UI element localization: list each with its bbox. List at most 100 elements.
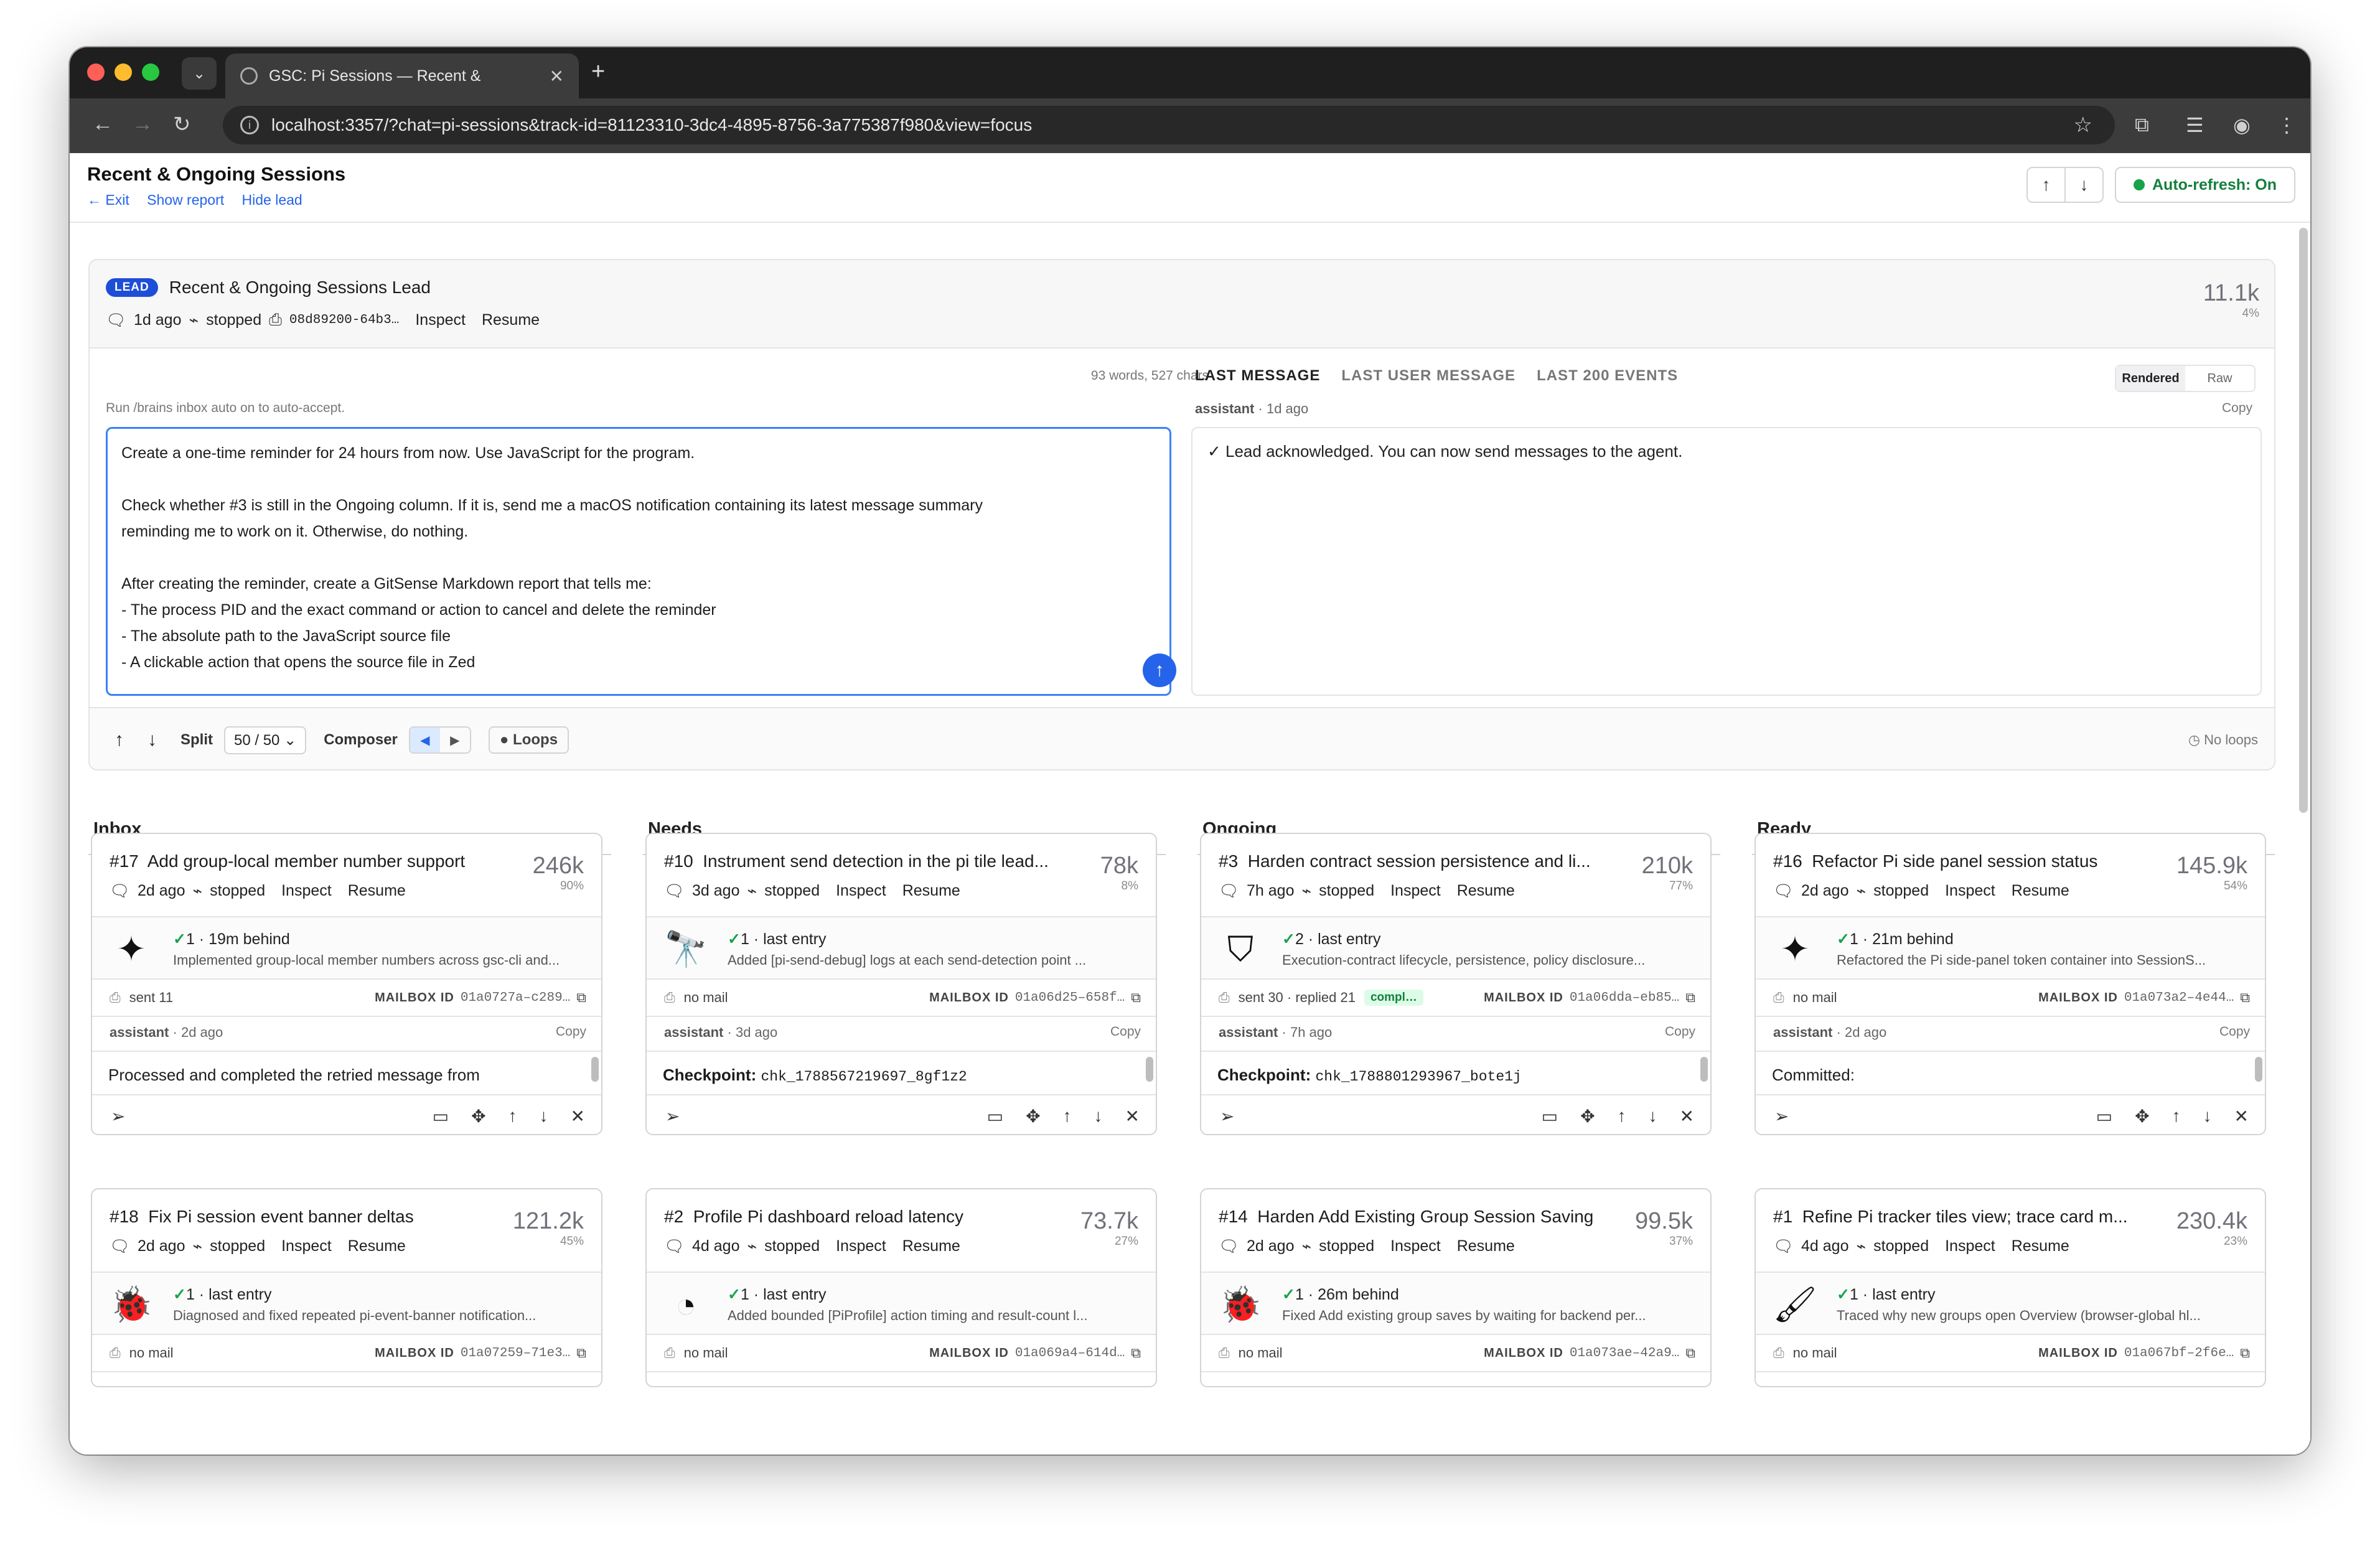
extensions-icon[interactable]: ⧉	[2135, 113, 2149, 137]
card-summary[interactable]: 🐞 ✓1 · last entry Diagnosed and fixed repe…	[92, 1272, 601, 1335]
card-title[interactable]: #17 Add group-local member number suppor…	[110, 851, 508, 871]
arrow-up-icon[interactable]: ↑	[1063, 1106, 1072, 1127]
session-card[interactable]: #3 Harden contract session persistence a…	[1200, 833, 1712, 1135]
copy-button[interactable]: Copy	[2219, 1024, 2250, 1039]
card-summary[interactable]: ✦ ✓1 · 19m behind Implemented group-local …	[92, 916, 601, 980]
session-card[interactable]: #17 Add group-local member number suppor…	[91, 833, 602, 1135]
panel-icon[interactable]: ▭	[1542, 1106, 1558, 1127]
inspect-button[interactable]: Inspect	[281, 882, 332, 900]
card-summary[interactable]: 🐞 ✓1 · 26m behind Fixed Add existing group…	[1201, 1272, 1710, 1335]
close-icon[interactable]: ✕	[1680, 1106, 1694, 1127]
composer-right-icon[interactable]: ▶	[440, 728, 470, 752]
split-select[interactable]: 50 / 50 ⌄	[224, 726, 307, 754]
lead-resume-button[interactable]: Resume	[482, 311, 540, 329]
copy-icon[interactable]: ⧉	[1131, 990, 1141, 1006]
arrow-up-icon[interactable]: ↑	[1618, 1106, 1626, 1127]
tab-last-200-events[interactable]: LAST 200 EVENTS	[1537, 367, 1678, 385]
send-button[interactable]: ↑	[1143, 654, 1176, 687]
card-summary[interactable]: 🖌 ✓1 · last entry Traced why new groups op…	[1756, 1272, 2265, 1335]
copy-button[interactable]: Copy	[2222, 401, 2252, 416]
card-summary[interactable]: ◔ ✓1 · last entry Added bounded [PiProfile…	[647, 1272, 1156, 1335]
resume-button[interactable]: Resume	[902, 882, 960, 900]
session-card[interactable]: #2 Profile Pi dashboard reload latency 🗨 4…	[645, 1188, 1157, 1387]
copy-button[interactable]: Copy	[1665, 1024, 1695, 1039]
session-card[interactable]: #10 Instrument send detection in the pi …	[645, 833, 1157, 1135]
inspect-button[interactable]: Inspect	[1945, 1237, 1995, 1255]
card-summary[interactable]: 🔭 ✓1 · last entry Added [pi-send-debug] lo…	[647, 916, 1156, 980]
copy-button[interactable]: Copy	[1110, 1024, 1141, 1039]
resume-button[interactable]: Resume	[2012, 1237, 2069, 1255]
session-card[interactable]: #18 Fix Pi session event banner deltas 🗨 2…	[91, 1188, 602, 1387]
arrow-down-icon[interactable]: ↓	[1649, 1106, 1657, 1127]
inspect-button[interactable]: Inspect	[1390, 882, 1441, 900]
minimize-window-button[interactable]	[115, 63, 132, 81]
preview-scrollbar[interactable]	[2255, 1057, 2262, 1082]
menu-icon[interactable]: ⋮	[2277, 113, 2297, 137]
preview-scrollbar[interactable]	[1146, 1057, 1153, 1082]
page-scrollbar[interactable]	[2299, 228, 2308, 813]
resume-button[interactable]: Resume	[902, 1237, 960, 1255]
raw-button[interactable]: Raw	[2185, 366, 2254, 391]
arrow-up-icon[interactable]: ↑	[508, 1106, 517, 1127]
copy-button[interactable]: Copy	[556, 1024, 586, 1039]
media-icon[interactable]: ☰	[2186, 113, 2204, 137]
resume-button[interactable]: Resume	[1457, 882, 1515, 900]
address-bar[interactable]: i localhost:3357/?chat=pi-sessions&track…	[223, 106, 2115, 144]
preview-scrollbar[interactable]	[591, 1057, 599, 1082]
resume-button[interactable]: Resume	[348, 1237, 406, 1255]
inspect-button[interactable]: Inspect	[836, 1237, 886, 1255]
session-card[interactable]: #16 Refactor Pi side panel session statu…	[1755, 833, 2266, 1135]
send-icon[interactable]: ➢	[665, 1106, 680, 1127]
arrow-up-icon[interactable]: ↑	[2172, 1106, 2181, 1127]
arrow-down-icon[interactable]: ↓	[148, 729, 157, 751]
send-icon[interactable]: ➢	[1774, 1106, 1789, 1127]
arrow-down-icon[interactable]: ↓	[2203, 1106, 2212, 1127]
reload-icon[interactable]: ↻	[173, 112, 191, 137]
lead-hash[interactable]: 08d89200-64b3…	[289, 313, 399, 327]
close-icon[interactable]: ✕	[571, 1106, 585, 1127]
loops-button[interactable]: ● Loops	[488, 726, 569, 754]
zoom-window-button[interactable]	[142, 63, 159, 81]
card-title[interactable]: #10 Instrument send detection in the pi …	[664, 851, 1062, 871]
rendered-button[interactable]: Rendered	[2116, 366, 2185, 391]
hide-lead-link[interactable]: Hide lead	[242, 192, 302, 208]
resume-button[interactable]: Resume	[348, 882, 406, 900]
card-title[interactable]: #2 Profile Pi dashboard reload latency	[664, 1207, 1062, 1227]
arrow-down-icon[interactable]: ↓	[540, 1106, 548, 1127]
arrow-up-icon[interactable]: ↑	[115, 729, 124, 751]
exit-link[interactable]: ← Exit	[87, 192, 129, 208]
panel-icon[interactable]: ▭	[433, 1106, 449, 1127]
card-summary[interactable]: ✦ ✓1 · 21m behind Refactored the Pi side-p…	[1756, 916, 2265, 980]
copy-icon[interactable]: ⧉	[1685, 990, 1695, 1006]
card-title[interactable]: #14 Harden Add Existing Group Session Sa…	[1219, 1207, 1617, 1227]
card-summary[interactable]: ⛉ ✓2 · last entry Execution-contract lifec…	[1201, 916, 1710, 980]
composer-input[interactable]: Create a one-time reminder for 24 hours …	[106, 427, 1171, 696]
move-icon[interactable]: ✥	[1026, 1106, 1040, 1127]
copy-icon[interactable]: ⧉	[576, 1345, 586, 1361]
card-title[interactable]: #16 Refactor Pi side panel session statu…	[1773, 851, 2172, 871]
tab-last-user-message[interactable]: LAST USER MESSAGE	[1341, 367, 1516, 385]
inspect-button[interactable]: Inspect	[1390, 1237, 1441, 1255]
show-report-link[interactable]: Show report	[147, 192, 224, 208]
panel-icon[interactable]: ▭	[2096, 1106, 2112, 1127]
move-icon[interactable]: ✥	[471, 1106, 485, 1127]
copy-icon[interactable]: ⧉	[1131, 1345, 1141, 1361]
new-tab-button[interactable]: +	[591, 59, 605, 85]
close-window-button[interactable]	[87, 63, 105, 81]
forward-icon[interactable]: →	[132, 112, 153, 136]
copy-icon[interactable]: ⧉	[2240, 1345, 2250, 1361]
inspect-button[interactable]: Inspect	[836, 882, 886, 900]
profile-icon[interactable]: ◉	[2233, 113, 2251, 137]
card-title[interactable]: #1 Refine Pi tracker tiles view; trace c…	[1773, 1207, 2172, 1227]
site-info-icon[interactable]: i	[240, 116, 259, 134]
move-icon[interactable]: ✥	[2135, 1106, 2149, 1127]
close-icon[interactable]: ✕	[1125, 1106, 1140, 1127]
browser-tab[interactable]: GSC: Pi Sessions — Recent & ✕	[225, 54, 579, 98]
session-card[interactable]: #1 Refine Pi tracker tiles view; trace c…	[1755, 1188, 2266, 1387]
inspect-button[interactable]: Inspect	[281, 1237, 332, 1255]
move-icon[interactable]: ✥	[1580, 1106, 1595, 1127]
composer-left-icon[interactable]: ◀	[410, 728, 440, 752]
send-icon[interactable]: ➢	[1220, 1106, 1234, 1127]
copy-icon[interactable]: ⧉	[576, 990, 586, 1006]
inspect-button[interactable]: Inspect	[1945, 882, 1995, 900]
